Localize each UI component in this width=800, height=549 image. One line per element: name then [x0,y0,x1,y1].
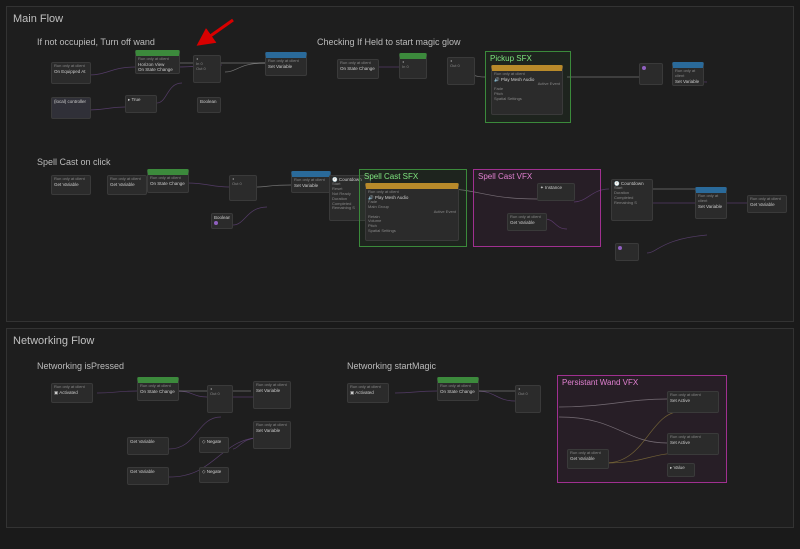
node-net-setvar-2[interactable]: Run only at client Set Variable [253,421,291,449]
node-negate-1[interactable]: ◇ Negate [199,437,229,453]
node-net-split-1[interactable]: ◂ Out 0 [207,385,233,413]
node-net-event-1[interactable]: Run only at client ▣ Activated [51,383,93,403]
group-label-net-startmagic: Networking startMagic [347,361,436,371]
node-split-2[interactable]: ◂ Out 0 [447,57,475,85]
node-net-setvar-1[interactable]: Run only at client Set Variable [253,381,291,409]
node-net-getvar-1[interactable]: Get Variable [127,437,169,455]
node-net-getvar-3[interactable]: Run only at client Get Variable [567,449,609,469]
node-negate-2[interactable]: ◇ Negate [199,467,229,483]
node-net-getvar-2[interactable]: Get Variable [127,467,169,485]
node-passthru-1[interactable] [639,63,663,85]
node-set-var-4[interactable]: Run only at client Set Variable [695,187,727,219]
group-title-spell-sfx: Spell Cast SFX [364,172,418,181]
node-state-change-1[interactable]: Run only at client Horizon View On State… [135,50,180,74]
node-get-var-tail[interactable]: Run only at client Get Variable [747,195,787,213]
section-networking-flow: Networking Flow Networking isPressed Net… [6,328,794,528]
node-countdown-2[interactable]: 🕐 Countdown Start Duration Completed Rem… [611,179,653,221]
node-split-3[interactable]: ◂ Out 0 [229,175,257,201]
node-event-click[interactable]: Run only at client Get Variable [51,175,91,195]
node-state-change-2[interactable]: Run only at client On State Change [147,169,189,193]
node-event-held[interactable]: Run only at client On State Change [337,59,379,79]
node-set-var-2[interactable]: Run only at client Set Variable [672,62,704,86]
group-spell-vfx: Spell Cast VFX [473,169,601,247]
node-branch-1[interactable]: ◂ In 0 [399,53,427,79]
node-set-var-3[interactable]: Run only at client Set Variable [291,171,331,193]
node-set-active-2[interactable]: Run only at client Set Active [667,433,719,455]
group-label-net-pressed: Networking isPressed [37,361,124,371]
group-label-check-held: Checking If Held to start magic glow [317,37,461,47]
node-particle-system[interactable]: ✦ Instance [537,183,575,201]
annotation-arrow [195,18,235,48]
node-net-split-2[interactable]: ◂ Out 0 [515,385,541,413]
section-main-flow: Main Flow If not occupied, Turn off wand… [6,6,794,322]
section-title-net: Networking Flow [13,335,787,347]
group-title-persist-vfx: Persistant Wand VFX [562,378,638,387]
node-local-controller[interactable]: (local) controller [51,97,91,119]
node-bool-1[interactable]: Boolean [197,97,221,113]
group-label-spell-cast: Spell Cast on click [37,157,111,167]
node-net-state-1[interactable]: Run only at client On State Change [137,377,179,401]
node-on-equipped[interactable]: Run only at client On Equipped At [51,62,91,84]
node-get-var-a[interactable]: Run only at client Get Variable [107,175,147,195]
group-title-pickup-sfx: Pickup SFX [490,54,532,63]
node-net-event-2[interactable]: Run only at client ▣ Activated [347,383,389,403]
node-get-var-b[interactable]: Run only at client Get Variable [507,213,547,231]
node-relay-1[interactable] [615,243,639,261]
node-const-1[interactable]: ▸ True [125,95,157,113]
node-play-audio-spell[interactable]: Run only at client 🔊 Play Mesh Audio Fad… [365,183,459,241]
group-label-turnoff-wand: If not occupied, Turn off wand [37,37,155,47]
node-value-1[interactable]: ▸ Value [667,463,695,477]
node-play-audio-pickup[interactable]: Run only at client 🔊 Play Mesh Audio Act… [491,65,563,115]
node-set-active-1[interactable]: Run only at client Set Active [667,391,719,413]
node-set-var-1[interactable]: Run only at client Set Variable [265,52,307,76]
node-split-1[interactable]: ◂ In 0 Out 0 [193,55,221,83]
section-title-main: Main Flow [13,13,787,25]
node-net-state-2[interactable]: Run only at client On State Change [437,377,479,401]
node-bool-2[interactable]: Boolean [211,213,233,229]
group-title-spell-vfx: Spell Cast VFX [478,172,532,181]
